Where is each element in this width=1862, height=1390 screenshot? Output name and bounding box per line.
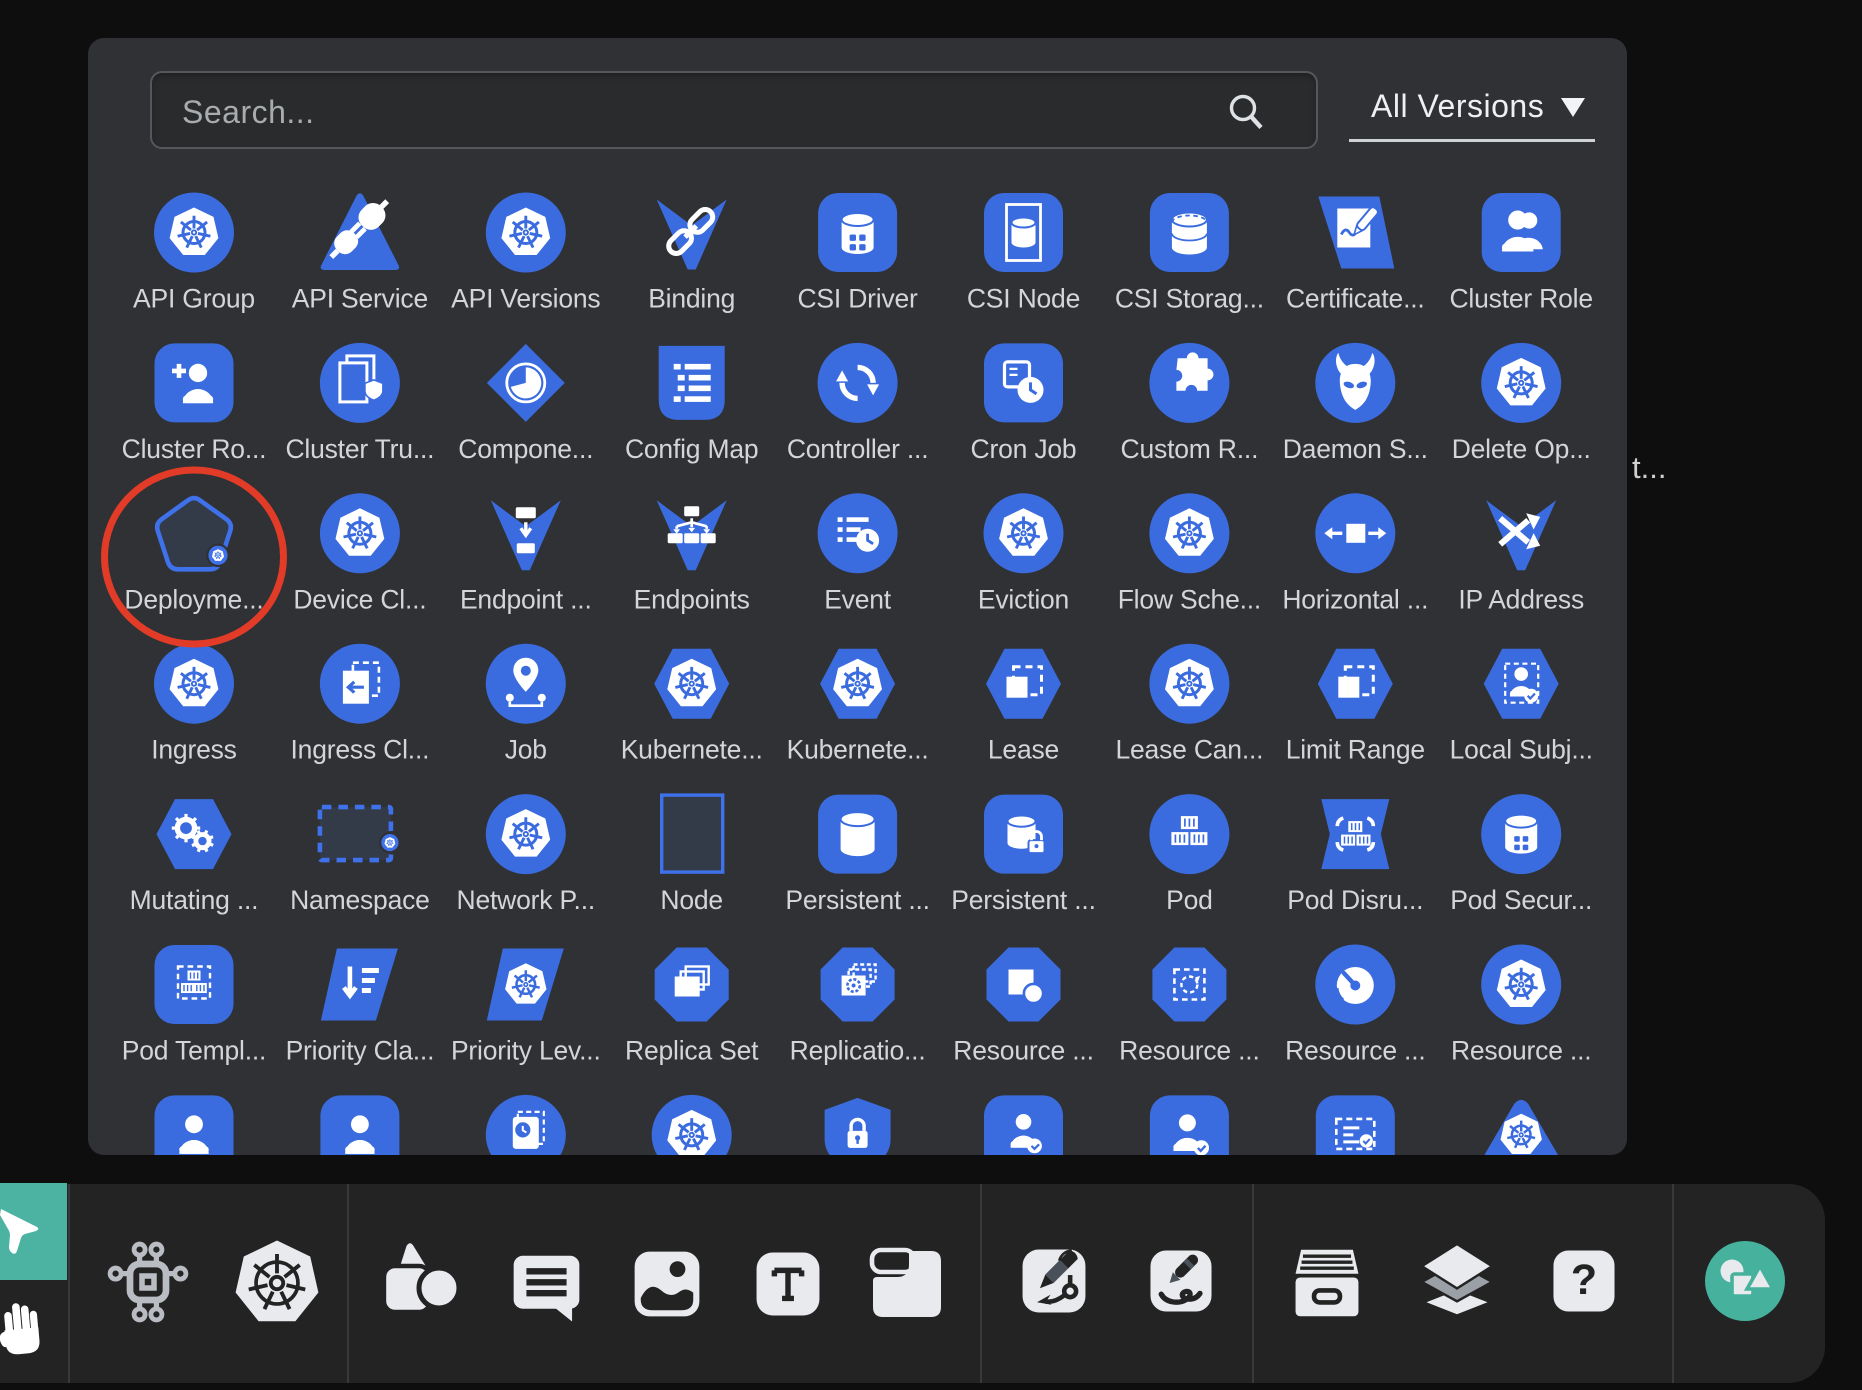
svg-text:Device Cl...: Device Cl... — [293, 584, 426, 614]
svg-text:API Versions: API Versions — [451, 284, 600, 314]
svg-text:Replica Set: Replica Set — [625, 1036, 759, 1066]
svg-text:Certificate...: Certificate... — [1286, 284, 1425, 314]
svg-text:CSI Node: CSI Node — [967, 284, 1080, 314]
svg-text:Controller ...: Controller ... — [787, 434, 929, 464]
svg-text:Event: Event — [824, 584, 892, 614]
svg-text:Local Subj...: Local Subj... — [1450, 735, 1593, 765]
svg-text:Pod Secur...: Pod Secur... — [1450, 885, 1592, 915]
svg-text:Resource ...: Resource ... — [1285, 1036, 1425, 1066]
svg-text:Eviction: Eviction — [978, 584, 1069, 614]
svg-text:Mutating ...: Mutating ... — [130, 885, 259, 915]
svg-text:Cluster Tru...: Cluster Tru... — [285, 434, 434, 464]
svg-text:Endpoints: Endpoints — [634, 584, 750, 614]
svg-text:Priority Cla...: Priority Cla... — [286, 1036, 435, 1066]
svg-text:API Service: API Service — [292, 284, 428, 314]
svg-text:Binding: Binding — [648, 284, 735, 314]
svg-text:Resource ...: Resource ... — [953, 1036, 1093, 1066]
svg-text:Resource ...: Resource ... — [1451, 1036, 1591, 1066]
svg-text:Flow Sche...: Flow Sche... — [1118, 584, 1261, 614]
svg-text:Persistent ...: Persistent ... — [951, 885, 1095, 915]
svg-text:IP Address: IP Address — [1458, 584, 1584, 614]
svg-text:Cron Job: Cron Job — [971, 434, 1077, 464]
svg-text:Daemon S...: Daemon S... — [1283, 434, 1428, 464]
svg-text:Pod: Pod — [1166, 885, 1213, 915]
svg-text:Ingress Cl...: Ingress Cl... — [291, 735, 430, 765]
svg-text:API Group: API Group — [133, 284, 255, 314]
svg-text:CSI Storag...: CSI Storag... — [1115, 284, 1264, 314]
svg-text:Pod Templ...: Pod Templ... — [122, 1036, 266, 1066]
svg-text:Kubernete...: Kubernete... — [621, 735, 763, 765]
svg-text:Cluster Ro...: Cluster Ro... — [122, 434, 267, 464]
svg-text:CSI Driver: CSI Driver — [797, 284, 918, 314]
svg-text:Custom R...: Custom R... — [1121, 434, 1259, 464]
svg-text:Config Map: Config Map — [625, 434, 759, 464]
svg-text:Cluster Role: Cluster Role — [1449, 284, 1592, 314]
svg-text:Delete Op...: Delete Op... — [1452, 434, 1591, 464]
svg-text:Pod Disru...: Pod Disru... — [1287, 885, 1423, 915]
svg-text:Limit Range: Limit Range — [1286, 735, 1425, 765]
svg-text:Persistent ...: Persistent ... — [785, 885, 929, 915]
svg-text:?: ? — [1571, 1256, 1597, 1304]
svg-text:Resource ...: Resource ... — [1119, 1036, 1259, 1066]
svg-text:Lease Can...: Lease Can... — [1115, 735, 1263, 765]
svg-text:Lease: Lease — [988, 735, 1059, 765]
svg-text:Job: Job — [505, 735, 547, 765]
svg-text:Node: Node — [660, 885, 723, 915]
svg-text:Namespace: Namespace — [290, 885, 430, 915]
svg-text:Replicatio...: Replicatio... — [790, 1036, 926, 1066]
svg-text:Kubernete...: Kubernete... — [787, 735, 929, 765]
svg-text:Ingress: Ingress — [151, 735, 237, 765]
svg-text:Compone...: Compone... — [458, 434, 593, 464]
svg-text:Endpoint ...: Endpoint ... — [460, 584, 592, 614]
svg-text:Deployme...: Deployme... — [124, 584, 263, 614]
svg-text:Horizontal ...: Horizontal ... — [1282, 584, 1428, 614]
svg-text:Priority Lev...: Priority Lev... — [451, 1036, 601, 1066]
svg-text:Network P...: Network P... — [457, 885, 596, 915]
